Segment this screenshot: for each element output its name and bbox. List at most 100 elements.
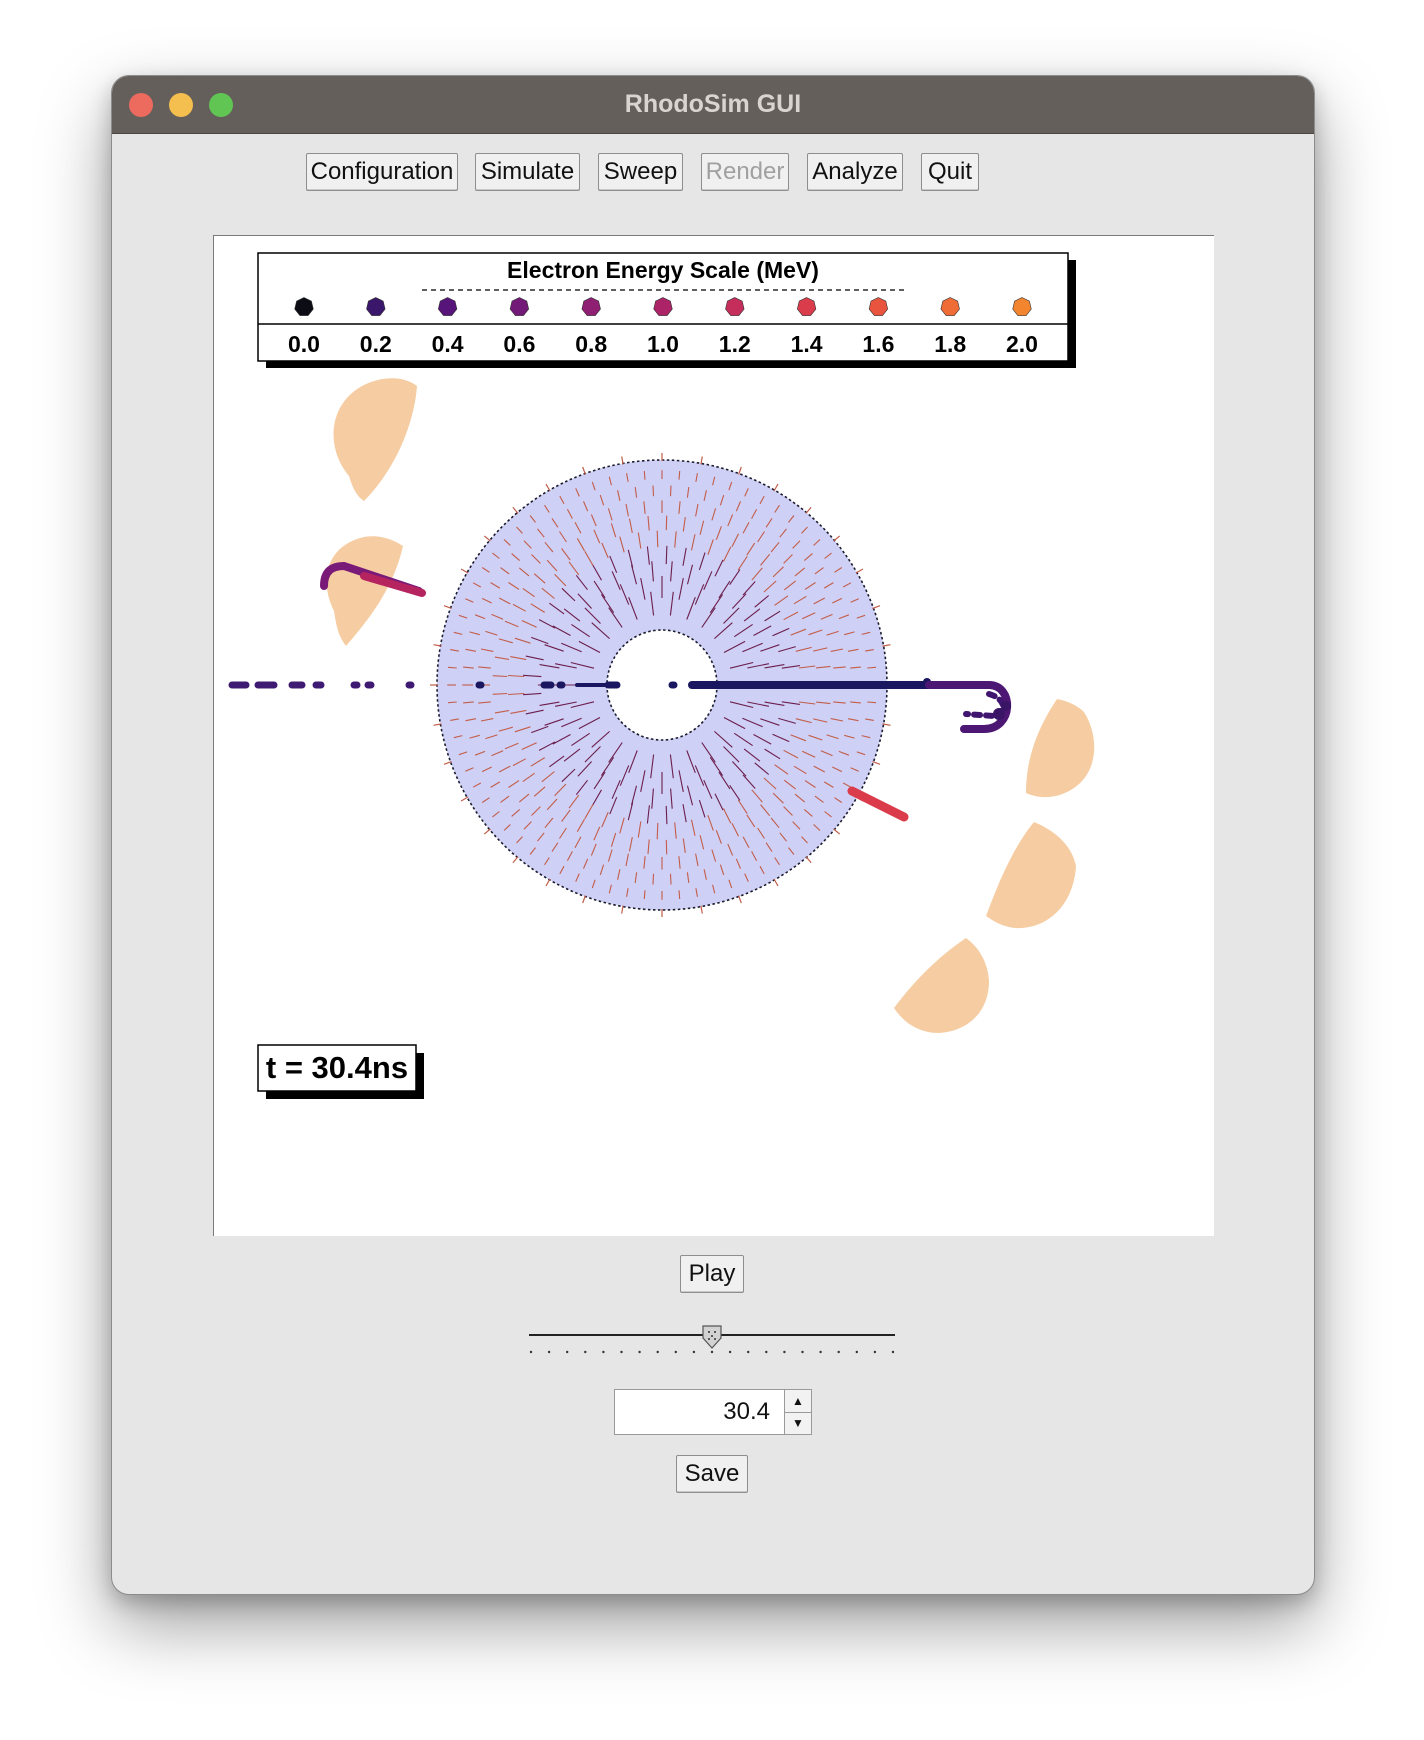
app-window: RhodoSim GUI Configuration Simulate Swee… xyxy=(111,75,1315,1595)
slider-tick xyxy=(747,1350,750,1354)
rim-arrow xyxy=(738,466,742,475)
rim-arrow xyxy=(872,605,881,609)
field-arrow xyxy=(669,485,672,497)
slider-tick xyxy=(710,1350,714,1354)
rim-arrow xyxy=(621,905,624,914)
energy-legend: Electron Energy Scale (MeV) 0.0 0.2 0.4 0.6… xyxy=(257,252,1076,368)
quit-button[interactable]: Quit xyxy=(921,153,979,191)
field-arrow xyxy=(447,666,457,669)
rim-arrow xyxy=(805,856,812,864)
beam-exit-lower-right xyxy=(847,786,909,822)
rim-arrow xyxy=(621,456,624,465)
field-arrow xyxy=(665,545,668,565)
field-arrow xyxy=(665,805,668,825)
spin-down-icon[interactable]: ▼ xyxy=(785,1412,811,1434)
rim-arrow xyxy=(483,828,491,835)
rim-arrow xyxy=(833,535,841,542)
time-label: t = 30.4ns xyxy=(266,1050,408,1085)
slider-thumb[interactable] xyxy=(702,1325,722,1349)
slider-tick xyxy=(692,1350,696,1354)
field-arrow xyxy=(656,822,659,840)
sweep-button[interactable]: Sweep xyxy=(598,153,683,191)
slider-ticks xyxy=(529,1350,895,1354)
slider-tick xyxy=(819,1350,822,1354)
rim-arrow xyxy=(582,895,586,904)
slider-tick xyxy=(674,1350,677,1354)
slider-tick xyxy=(873,1350,877,1354)
rim-arrow xyxy=(460,568,469,574)
rim-arrow xyxy=(882,644,891,647)
configuration-button[interactable]: Configuration xyxy=(306,153,458,191)
legend-label-9: 1.8 xyxy=(934,331,966,357)
magnet-lower-right xyxy=(986,822,1076,929)
rim-arrow xyxy=(460,796,469,802)
simulation-canvas: Electron Energy Scale (MeV) 0.0 0.2 0.4 0.6… xyxy=(228,252,1095,1099)
slider-tick xyxy=(566,1350,569,1354)
magnet-upper-left xyxy=(333,378,417,501)
title-bar: RhodoSim GUI xyxy=(112,76,1314,134)
spin-up-icon[interactable]: ▲ xyxy=(785,1390,811,1413)
rim-arrow xyxy=(773,878,779,887)
simulate-button[interactable]: Simulate xyxy=(475,153,580,191)
analyze-button[interactable]: Analyze xyxy=(807,153,903,191)
beam-bend-right xyxy=(925,681,1012,733)
field-arrow xyxy=(643,890,646,900)
legend-label-10: 2.0 xyxy=(1006,331,1038,357)
slider-tick xyxy=(765,1350,768,1354)
slider-tick xyxy=(584,1350,587,1354)
slider-tick xyxy=(801,1350,804,1354)
slider-tick xyxy=(620,1350,623,1354)
legend-label-6: 1.2 xyxy=(719,331,751,357)
field-arrow xyxy=(447,701,457,704)
field-arrow xyxy=(652,873,655,885)
slider-tick xyxy=(547,1350,551,1354)
rim-arrow xyxy=(805,506,812,514)
rim-arrow xyxy=(773,483,779,492)
legend-label-5: 1.0 xyxy=(647,331,679,357)
slider-tick xyxy=(891,1350,895,1354)
time-input[interactable]: 30.4 xyxy=(614,1389,784,1435)
field-arrow xyxy=(867,666,877,669)
legend-label-4: 0.8 xyxy=(575,331,607,357)
field-arrow xyxy=(652,485,655,497)
spin-buttons: ▲ ▼ xyxy=(784,1389,812,1435)
rim-arrow xyxy=(545,483,551,492)
play-button[interactable]: Play xyxy=(680,1255,744,1293)
slider-tick xyxy=(638,1350,641,1354)
field-arrow xyxy=(643,470,646,480)
legend-label-3: 0.6 xyxy=(503,331,535,357)
slider-tick xyxy=(602,1350,605,1354)
rim-arrow xyxy=(855,568,864,574)
rim-arrow xyxy=(833,828,841,835)
slider-tick xyxy=(783,1350,786,1354)
simulation-plot: Electron Energy Scale (MeV) 0.0 0.2 0.4 0.6… xyxy=(213,235,1214,1236)
rim-arrow xyxy=(545,878,551,887)
magnet-bottom-right xyxy=(894,938,989,1033)
rim-arrow xyxy=(872,761,881,765)
field-arrow xyxy=(867,701,877,704)
field-arrow xyxy=(678,890,681,900)
rim-arrow xyxy=(738,895,742,904)
slider-tick xyxy=(728,1350,732,1354)
time-spinbox: 30.4 ▲ ▼ xyxy=(614,1389,812,1435)
legend-label-2: 0.4 xyxy=(432,331,464,357)
field-arrow xyxy=(656,530,659,548)
slider-tick xyxy=(855,1350,858,1354)
slider-tick xyxy=(656,1350,659,1354)
legend-title: Electron Energy Scale (MeV) xyxy=(507,257,819,283)
magnet-left xyxy=(326,536,403,646)
slider-tick xyxy=(529,1350,533,1354)
rim-arrow xyxy=(700,905,703,914)
field-arrow xyxy=(669,873,672,885)
rim-arrow xyxy=(483,535,491,542)
legend-label-1: 0.2 xyxy=(360,331,392,357)
time-label-box: t = 30.4ns xyxy=(257,1044,424,1099)
time-slider-graphic xyxy=(529,1325,895,1354)
render-button: Render xyxy=(701,153,789,191)
legend-label-8: 1.6 xyxy=(862,331,894,357)
time-slider[interactable] xyxy=(527,1324,897,1360)
field-arrow xyxy=(678,470,681,480)
beam-node xyxy=(1001,701,1011,711)
save-button[interactable]: Save xyxy=(676,1455,748,1493)
legend-label-0: 0.0 xyxy=(288,331,320,357)
